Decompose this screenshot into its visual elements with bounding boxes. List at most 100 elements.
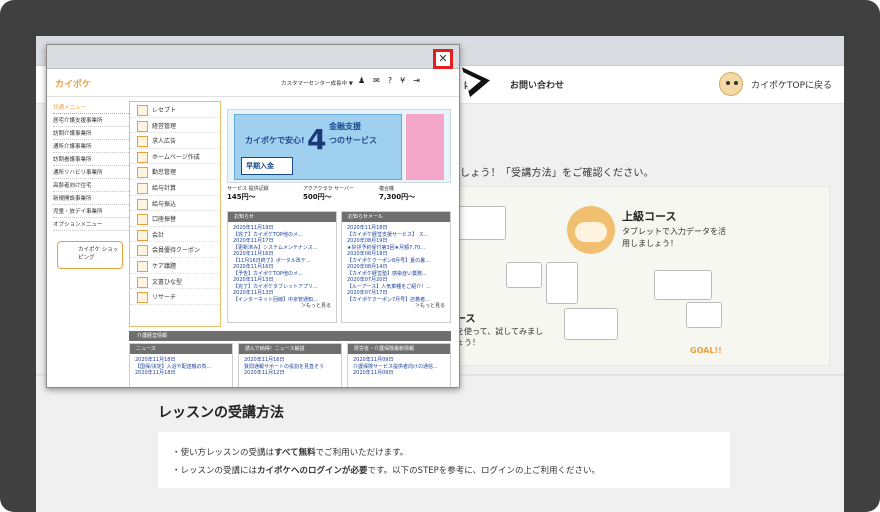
bullet2-c: です。以下のSTEPを参考に、ログインの上ご利用ください。 xyxy=(367,466,601,476)
promo-label: サービス 提供記録 xyxy=(227,186,269,192)
service-item[interactable]: レセプト xyxy=(130,102,220,118)
banner-line1: カイポケで安心! xyxy=(245,136,305,145)
care-info-row: ニュース 2020年11月18日 【国保/決定】入浴や配送機の負... 2020… xyxy=(129,343,451,387)
yen-icon[interactable]: ¥ xyxy=(400,76,405,85)
mascot-avatar-icon xyxy=(718,72,743,96)
info-box-body: 2020年11月18日 【国保/決定】入浴や配送機の負... 2020年11月1… xyxy=(130,354,232,380)
popup-app-header: カイポケ カスタマーセンター成長中 ▼ ♟ ✉ ? ¥ ⇥ xyxy=(47,69,459,97)
intro-text: しょう！「受講方法」をご確認ください。 xyxy=(460,168,654,179)
screen-illustration xyxy=(506,262,542,288)
side-menu-item[interactable]: 高齢者向け住宅 xyxy=(53,179,129,192)
news-box-title: お知らせ xyxy=(228,212,336,222)
promo-price: 500円〜 xyxy=(303,193,332,201)
care-info-bar: 介護経営情報 xyxy=(129,331,451,341)
info-box-news: ニュース 2020年11月18日 【国保/決定】入浴や配送機の負... 2020… xyxy=(129,343,233,387)
fox-mascot-icon xyxy=(567,206,615,254)
info-box-title: 読んで納得！ニュース解説 xyxy=(239,344,341,354)
banner-pill: 早期入金 xyxy=(241,157,293,175)
info-box-mhlw: 厚労省・介護保険最新情報 2020年11月09日 介護保険サービス提供者向けの通… xyxy=(347,343,451,387)
service-item[interactable]: 求人広告 xyxy=(130,133,220,149)
service-item[interactable]: 会員優待クーポン xyxy=(130,242,220,258)
device-frame: 内 お問い合わせ カイポケTOPに戻る しょう！「受講方法」をご確認ください。 … xyxy=(0,0,880,512)
service-item[interactable]: ケア議題 xyxy=(130,258,220,274)
bullet-login: ・レッスンの受講にはカイポケへのログインが必要です。以下のSTEPを参考に、ログ… xyxy=(172,462,716,480)
bullet-free: ・使い方レッスンの受講はすべて無料でご利用いただけます。 xyxy=(172,444,716,462)
shopping-button[interactable]: カイポケ ショッピング xyxy=(57,241,123,269)
promo-row: サービス 提供記録 145円〜 アクアクララ サーバー 500円〜 複合機 7,… xyxy=(227,185,451,209)
popup-service-menu: レセプト 経営管理 求人広告 ホームページ作成 勤怠管理 給与計算 給与振込 口… xyxy=(129,101,221,327)
side-menu-item[interactable]: オプションメニュー xyxy=(53,218,129,231)
more-link[interactable]: ＞もっと見る xyxy=(233,303,331,310)
customer-center-label[interactable]: カスタマーセンター成長中 ▼ xyxy=(281,79,353,87)
advanced-course-desc: タブレットで入力データを活用しましょう！ xyxy=(622,227,726,248)
bullet2-b: カイポケへのログインが必要 xyxy=(257,466,368,476)
kaipoke-logo: カイポケ xyxy=(55,80,92,90)
info-box-body: 2020年11月09日 介護保険サービス提供者向けの通信... 2020年11月… xyxy=(348,354,450,380)
side-menu-item[interactable]: 訪問看護事業所 xyxy=(53,153,129,166)
news-list: 2020年11月19日 【完了】カイポケTOP他のメ... 2020年11月17… xyxy=(228,222,336,313)
promo-banner[interactable]: カイポケで安心! 4 金融支援 つのサービス 早期入金 xyxy=(227,109,451,183)
info-box-body: 2020年11月16日 質問通報サポートの役割を見直そう 2020年11月12日 xyxy=(239,354,341,380)
mail-icon[interactable]: ✉ xyxy=(373,76,380,85)
service-item[interactable]: 文書ひな型 xyxy=(130,274,220,290)
more-link[interactable]: ＞もっと見る xyxy=(347,303,445,310)
service-item[interactable]: ホームページ作成 xyxy=(130,149,220,165)
info-date: 2020年11月12日 xyxy=(244,370,285,376)
popup-window: ✕ カイポケ カスタマーセンター成長中 ▼ ♟ ✉ ? ¥ ⇥ 共通メニュー 居… xyxy=(46,44,460,388)
info-date: 2020年11月18日 xyxy=(135,370,176,376)
document-illustration xyxy=(546,262,578,304)
banner-four: 4 xyxy=(307,123,327,156)
tablet-illustration xyxy=(458,206,506,240)
nav-contact[interactable]: お問い合わせ xyxy=(510,78,564,91)
help-icon[interactable]: ? xyxy=(388,76,392,85)
lesson-info-box: ・使い方レッスンの受講はすべて無料でご利用いただけます。 ・レッスンの受講にはカ… xyxy=(158,432,730,488)
promo-water[interactable]: アクアクララ サーバー 500円〜 xyxy=(303,185,375,207)
bullet1-b: すべて無料 xyxy=(274,448,316,458)
side-menu-item[interactable]: 新規開設事業所 xyxy=(53,192,129,205)
side-menu-item[interactable]: 通所介護事業所 xyxy=(53,140,129,153)
news-box: お知らせ 2020年11月19日 【完了】カイポケTOP他のメ... 2020年… xyxy=(227,211,337,323)
service-item[interactable]: 勤怠管理 xyxy=(130,164,220,180)
bullet1-a: ・使い方レッスンの受講は xyxy=(172,448,275,458)
banner-line3: つのサービス xyxy=(329,136,377,145)
bullet2-a: ・レッスンの受講には xyxy=(172,466,258,476)
mail-box: お知らせメール 2020年11月18日 【カイポケ経営支援サービス】 ス... … xyxy=(341,211,451,323)
service-item[interactable]: 会計 xyxy=(130,227,220,243)
side-menu-item[interactable]: 通所リハビリ事業所 xyxy=(53,166,129,179)
tablet-illustration-2 xyxy=(564,308,618,340)
side-menu-heading: 共通メニュー xyxy=(53,101,129,114)
popup-close-button[interactable]: ✕ xyxy=(433,49,453,69)
popup-side-menu: 共通メニュー 居宅介護支援事業所 訪問介護事業所 通所介護事業所 訪問看護事業所… xyxy=(53,101,129,231)
promo-record[interactable]: サービス 提供記録 145円〜 xyxy=(227,185,299,207)
service-item[interactable]: 給与計算 xyxy=(130,180,220,196)
promo-price: 145円〜 xyxy=(227,193,256,201)
promo-label: 複合機 xyxy=(379,186,395,192)
info-date: 2020年11月09日 xyxy=(353,370,394,376)
service-item[interactable]: 給与振込 xyxy=(130,196,220,212)
side-menu-item[interactable]: 居宅介護支援事業所 xyxy=(53,114,129,127)
promo-price: 7,300円〜 xyxy=(379,193,416,201)
side-menu-item[interactable]: 訪問介護事業所 xyxy=(53,127,129,140)
promo-copier[interactable]: 複合機 7,300円〜 xyxy=(379,185,451,207)
mail-list: 2020年11月18日 【カイポケ経営支援サービス】 ス... 2020年08月… xyxy=(342,222,450,313)
back-to-top-link[interactable]: カイポケTOPに戻る xyxy=(718,72,832,96)
section-title: レッスンの受講方法 xyxy=(158,405,284,421)
banner-line2: 金融支援 xyxy=(329,122,361,131)
service-item[interactable]: 経営管理 xyxy=(130,118,220,134)
service-item[interactable]: 口座振替 xyxy=(130,211,220,227)
goal-label: GOAL!! xyxy=(690,346,722,355)
service-item[interactable]: リサーチ xyxy=(130,289,220,305)
promo-label: アクアクララ サーバー xyxy=(303,186,355,192)
mail-box-title: お知らせメール xyxy=(342,212,450,222)
back-link-label: カイポケTOPに戻る xyxy=(750,80,832,91)
info-box-title: 厚労省・介護保険最新情報 xyxy=(348,344,450,354)
header-icons: ♟ ✉ ? ¥ ⇥ xyxy=(358,76,420,85)
user-icon[interactable]: ♟ xyxy=(358,76,365,85)
popup-titlebar xyxy=(47,45,459,69)
side-banners xyxy=(406,114,444,180)
bullet1-c: でご利用いただけます。 xyxy=(315,448,409,458)
chart-illustration xyxy=(654,270,712,300)
side-menu-item[interactable]: 児童・放デイ事業所 xyxy=(53,205,129,218)
logout-icon[interactable]: ⇥ xyxy=(413,76,420,85)
info-box-title: ニュース xyxy=(130,344,232,354)
